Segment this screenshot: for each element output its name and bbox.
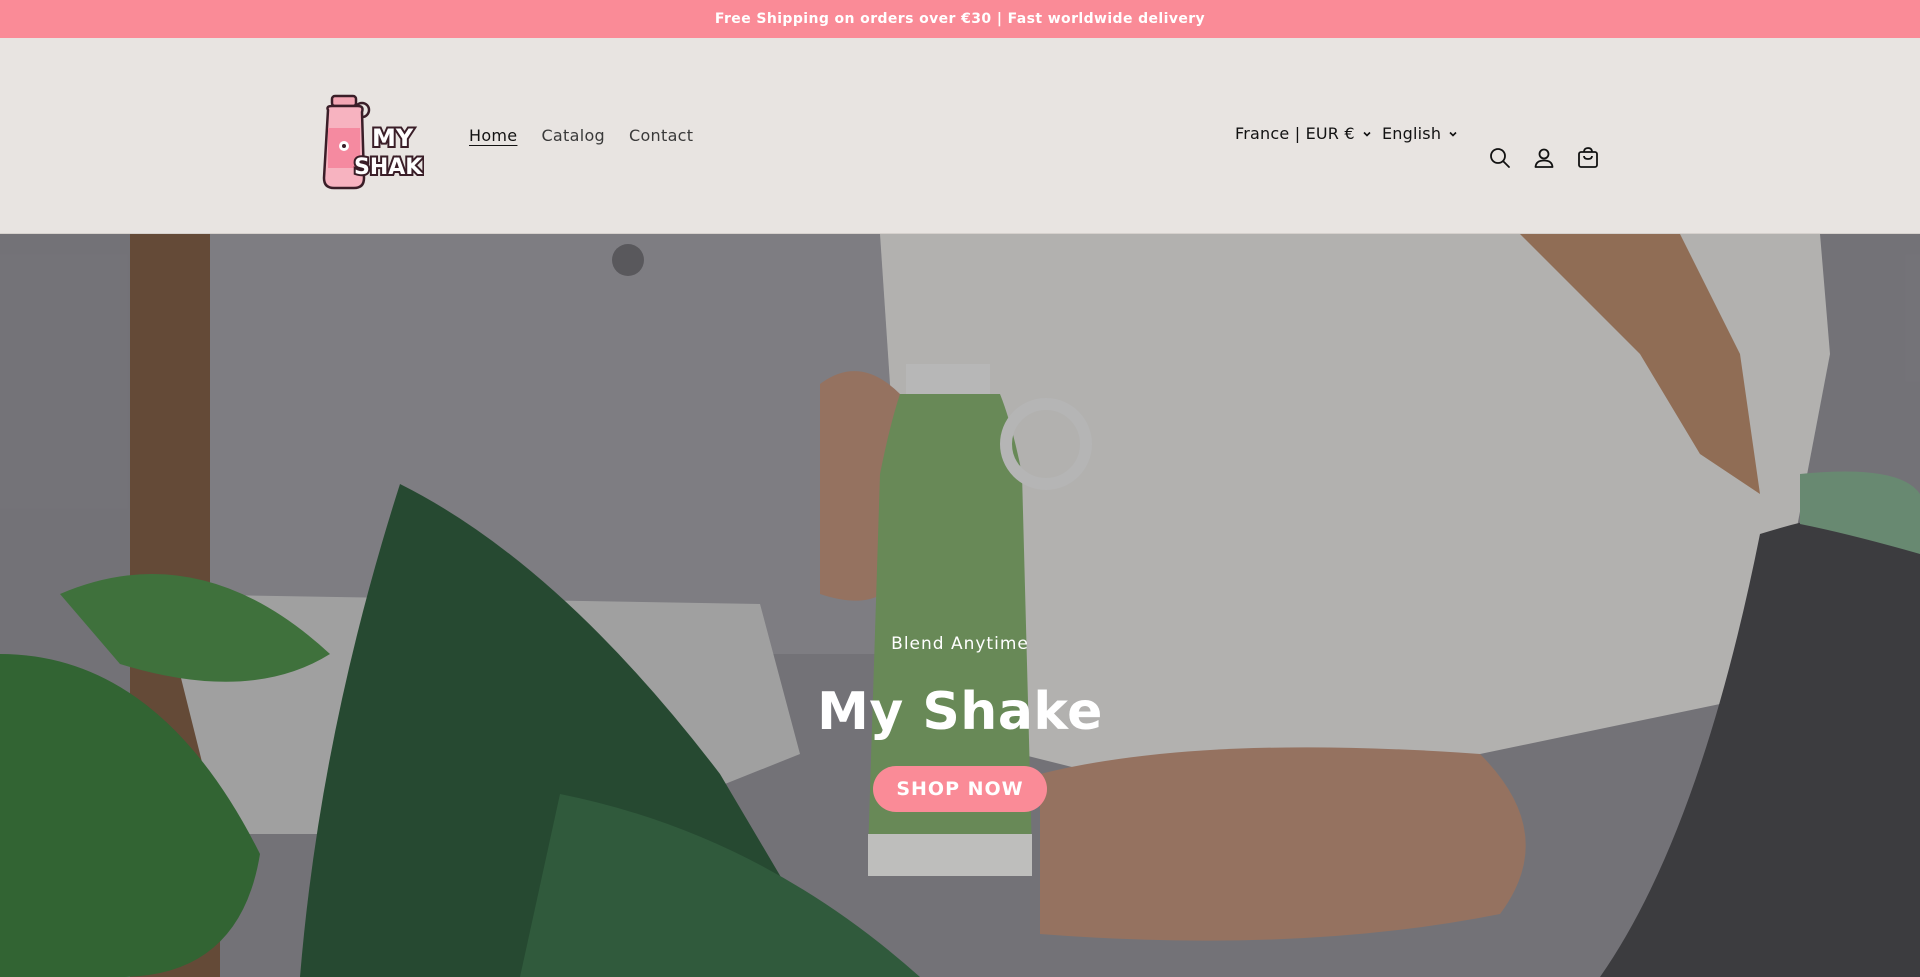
cart-button[interactable]	[1576, 146, 1600, 170]
search-icon	[1490, 148, 1510, 168]
account-button[interactable]	[1532, 146, 1556, 170]
hero-banner: Blend Anytime My Shake SHOP NOW	[0, 234, 1920, 977]
nav-catalog[interactable]: Catalog	[541, 126, 605, 145]
country-currency-label: France | EUR €	[1235, 124, 1355, 143]
country-currency-selector[interactable]: France | EUR €	[1235, 124, 1373, 143]
site-header: MY SHAKE Home Catalog Contact France | E…	[0, 38, 1920, 234]
logo[interactable]: MY SHAKE	[320, 88, 439, 194]
hero-subheading: Blend Anytime	[891, 634, 1029, 654]
shop-now-button[interactable]: SHOP NOW	[873, 766, 1047, 812]
header-icons	[1488, 146, 1600, 170]
language-selector[interactable]: English	[1382, 124, 1459, 143]
hero-overlay	[0, 234, 1920, 977]
account-icon	[1534, 148, 1554, 168]
search-button[interactable]	[1488, 146, 1512, 170]
hero-heading: My Shake	[817, 682, 1103, 742]
announcement-text: Free Shipping on orders over €30 | Fast …	[714, 11, 1206, 27]
svg-text:MY: MY	[372, 124, 414, 152]
language-label: English	[1382, 124, 1442, 143]
cart-icon	[1578, 147, 1598, 168]
chevron-down-icon	[1363, 131, 1371, 137]
announcement-bar: Free Shipping on orders over €30 | Fast …	[0, 0, 1920, 38]
main-nav: Home Catalog Contact	[469, 126, 693, 145]
svg-text:SHAKE: SHAKE	[354, 155, 424, 180]
nav-home[interactable]: Home	[469, 126, 517, 145]
nav-contact[interactable]: Contact	[629, 126, 693, 145]
chevron-down-icon	[1449, 131, 1457, 137]
logo-image: MY SHAKE	[322, 94, 439, 190]
